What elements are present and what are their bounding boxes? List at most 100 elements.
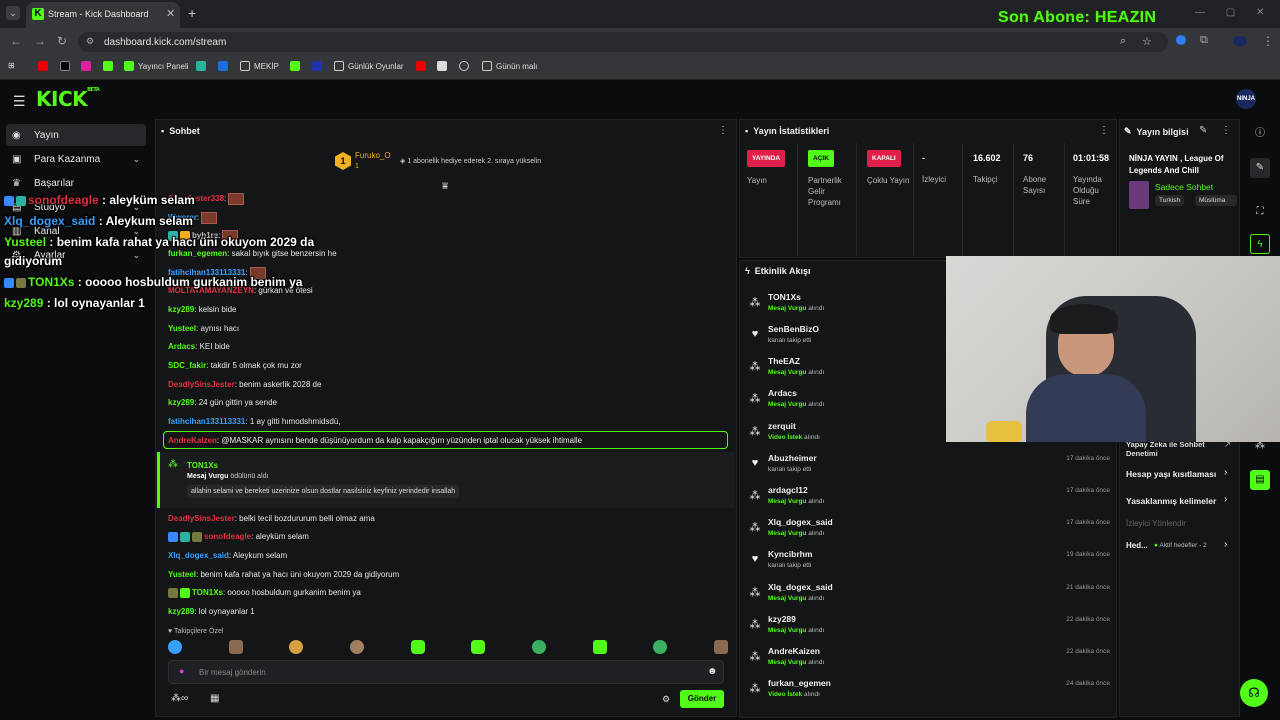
activity-item[interactable]: ♥ Abuzheimer kanalı takip etti 17 dakika ön… bbox=[748, 453, 1110, 483]
support-icon[interactable]: ☊ bbox=[1240, 679, 1268, 707]
bookmark-gunun-mali[interactable]: Günün malı bbox=[482, 61, 537, 71]
bookmark-openai[interactable] bbox=[459, 61, 469, 71]
ai-moderation-link[interactable]: Yapay Zeka ile Sohbet Denetimi bbox=[1126, 440, 1216, 458]
bookmark-yayinci-paneli[interactable]: Yayıncı Paneli bbox=[124, 61, 189, 71]
emote-icon[interactable] bbox=[410, 640, 425, 654]
sidebar-item-yayin[interactable]: ◉ Yayın bbox=[6, 124, 146, 146]
emote-icon[interactable] bbox=[228, 640, 243, 654]
bookmark-youtube-2[interactable] bbox=[416, 61, 426, 71]
profile-icon[interactable] bbox=[1233, 36, 1247, 46]
avatar[interactable]: NINJA bbox=[1236, 89, 1256, 109]
activity-item[interactable]: ⁂ kzy289 Mesaj Vurgu alındı 22 dakika önce bbox=[748, 614, 1111, 644]
address-bar[interactable]: ⚙ dashboard.kick.com/stream ⌕ ☆ bbox=[78, 32, 1168, 52]
overlay-chat-line: sonofdeagle : aleyküm selam bbox=[4, 193, 195, 207]
bookmark-app[interactable] bbox=[196, 61, 206, 71]
kick-favicon-icon: K bbox=[32, 8, 44, 20]
highlight-icon: ⁂ bbox=[749, 490, 761, 502]
badge-icon bbox=[16, 277, 26, 288]
kick-logo[interactable]: KICKBETA bbox=[36, 87, 100, 111]
banned-words-link[interactable]: Yasaklanmış kelimeler bbox=[1126, 496, 1216, 506]
zoom-icon[interactable]: ⌕ bbox=[1120, 35, 1126, 48]
emote-icon[interactable] bbox=[531, 640, 546, 654]
extensions-puzzle-icon[interactable]: ⧉ bbox=[1200, 34, 1208, 47]
object-shape bbox=[986, 421, 1022, 442]
activity-item[interactable]: ⁂ AndreKaizen Mesaj Vurgu alındı 22 dakika … bbox=[748, 646, 1111, 676]
info-menu-icon[interactable]: ⋮ bbox=[1221, 125, 1231, 136]
emote-icon[interactable] bbox=[653, 640, 668, 654]
store-icon[interactable]: ▦ bbox=[210, 693, 219, 704]
activity-item[interactable]: ⁂ ardagcl12 Mesaj Vurgu alındı 17 dakika ön… bbox=[748, 485, 1111, 515]
bookmark-kick-2[interactable] bbox=[290, 61, 300, 71]
emote-icon[interactable] bbox=[168, 640, 182, 654]
emote-tab[interactable]: ♥ Takipçilere Özel bbox=[168, 628, 223, 635]
emote-icon[interactable] bbox=[349, 640, 364, 654]
emote-icon[interactable] bbox=[289, 640, 304, 654]
chevron-right-icon[interactable]: › bbox=[1224, 539, 1227, 550]
new-tab-icon[interactable]: + bbox=[188, 5, 196, 21]
stats-menu-icon[interactable]: ⋮ bbox=[1099, 125, 1109, 136]
back-icon[interactable]: ← bbox=[10, 34, 22, 48]
chat-menu-icon[interactable]: ⋮ bbox=[718, 125, 728, 136]
bookmark-photo[interactable] bbox=[437, 61, 447, 71]
bookmark-youtube[interactable] bbox=[38, 61, 48, 71]
chat-toggle-icon[interactable]: ▤ bbox=[1250, 470, 1270, 490]
bookmark-x[interactable] bbox=[60, 61, 70, 71]
mic-icon[interactable]: ● bbox=[179, 666, 184, 676]
goals-label[interactable]: Hed... bbox=[1126, 541, 1148, 550]
activity-item[interactable]: ⁂ furkan_egemen Video İstek alındı 24 dakik… bbox=[748, 678, 1111, 708]
links-icon[interactable]: ⁂∞ bbox=[171, 693, 188, 704]
bookmark-blue[interactable] bbox=[312, 61, 322, 71]
pause-chat-icon[interactable]: ⩸ bbox=[442, 181, 448, 192]
bookmark-gunluk-oyunlar[interactable]: Günlük Oyunlar bbox=[334, 61, 404, 71]
bookmark-mekip[interactable]: MEKİP bbox=[240, 61, 279, 71]
chevron-right-icon[interactable]: › bbox=[1224, 494, 1227, 505]
activity-item[interactable]: ⁂ Xlq_dogex_said Mesaj Vurgu alındı 17 daki… bbox=[748, 517, 1111, 547]
activity-item[interactable]: ⁂ Xlq_dogex_said Mesaj Vurgu alındı 21 daki… bbox=[748, 582, 1111, 612]
sidebar-item-basarilar[interactable]: ♛ Başarılar bbox=[6, 172, 146, 194]
hamburger-icon[interactable]: ☰ bbox=[13, 93, 26, 110]
url-text: dashboard.kick.com/stream bbox=[104, 37, 227, 48]
tab-search-icon[interactable]: ⌄ bbox=[6, 6, 20, 20]
emote-icon[interactable] bbox=[713, 640, 728, 654]
chat-message: fatihcihan133113331: 1 ay gitti hımodshm… bbox=[168, 417, 341, 426]
stat-divider bbox=[962, 143, 963, 256]
chevron-right-icon[interactable]: › bbox=[1224, 467, 1227, 478]
pencil-icon[interactable]: ✎ bbox=[1250, 158, 1270, 178]
chat-header: ▪ Sohbet bbox=[161, 126, 200, 136]
reload-icon[interactable]: ↻ bbox=[57, 34, 67, 48]
account-age-link[interactable]: Hesap yaşı kısıtlaması bbox=[1126, 469, 1216, 479]
bolt-icon[interactable]: ϟ bbox=[1250, 234, 1270, 254]
edit-icon[interactable]: ✎ bbox=[1199, 125, 1207, 136]
gear-icon[interactable]: ⚙ bbox=[662, 694, 670, 705]
badge-icon bbox=[180, 588, 190, 598]
crop-icon[interactable]: ⛶ bbox=[1250, 202, 1270, 222]
emote-icon[interactable] bbox=[471, 640, 486, 654]
pinned-user[interactable]: Furuko_O bbox=[355, 151, 391, 160]
emoji-icon[interactable]: ☻ bbox=[707, 666, 718, 677]
browser-tab[interactable]: K Stream - Kick Dashboard ✕ bbox=[26, 2, 180, 28]
bookmark-instagram[interactable] bbox=[81, 61, 91, 71]
sidebar-item-para-kazanma[interactable]: ▣ Para Kazanma ⌄ bbox=[6, 148, 146, 170]
activity-item[interactable]: ♥ Kyncibrhm kanalı takip etti 19 dakika önc… bbox=[748, 549, 1110, 579]
window-controls[interactable]: — ▢ ✕ bbox=[1195, 7, 1264, 18]
forward-icon[interactable]: → bbox=[34, 34, 46, 48]
apps-icon[interactable]: ⊞ bbox=[8, 61, 15, 70]
send-button[interactable]: Gönder bbox=[680, 690, 724, 708]
emote-icon[interactable] bbox=[592, 640, 607, 654]
overlay-chat-line: kzy289 : lol oynayanlar 1 bbox=[4, 296, 145, 310]
info-icon[interactable]: ⓘ bbox=[1250, 124, 1270, 144]
badge-icon bbox=[180, 532, 190, 542]
category-name[interactable]: Sadece Sohbet bbox=[1155, 182, 1213, 192]
bookmark-star-icon[interactable]: ☆ bbox=[1142, 35, 1152, 48]
browser-menu-icon[interactable]: ⋮ bbox=[1262, 34, 1274, 48]
close-icon[interactable]: ✕ bbox=[166, 7, 175, 20]
bookmark-kick[interactable] bbox=[103, 61, 113, 71]
site-info-icon[interactable]: ⚙ bbox=[86, 36, 94, 47]
badge-icon bbox=[4, 277, 14, 288]
badge-icon bbox=[192, 532, 202, 542]
extension-icon[interactable] bbox=[1176, 35, 1186, 45]
bookmark-prime[interactable] bbox=[218, 61, 228, 71]
message-input[interactable]: ● Bir mesaj gönderin ☻ bbox=[168, 660, 724, 684]
emote-icon bbox=[201, 212, 218, 224]
overlay-chat-line: gidiyorum bbox=[4, 254, 63, 268]
